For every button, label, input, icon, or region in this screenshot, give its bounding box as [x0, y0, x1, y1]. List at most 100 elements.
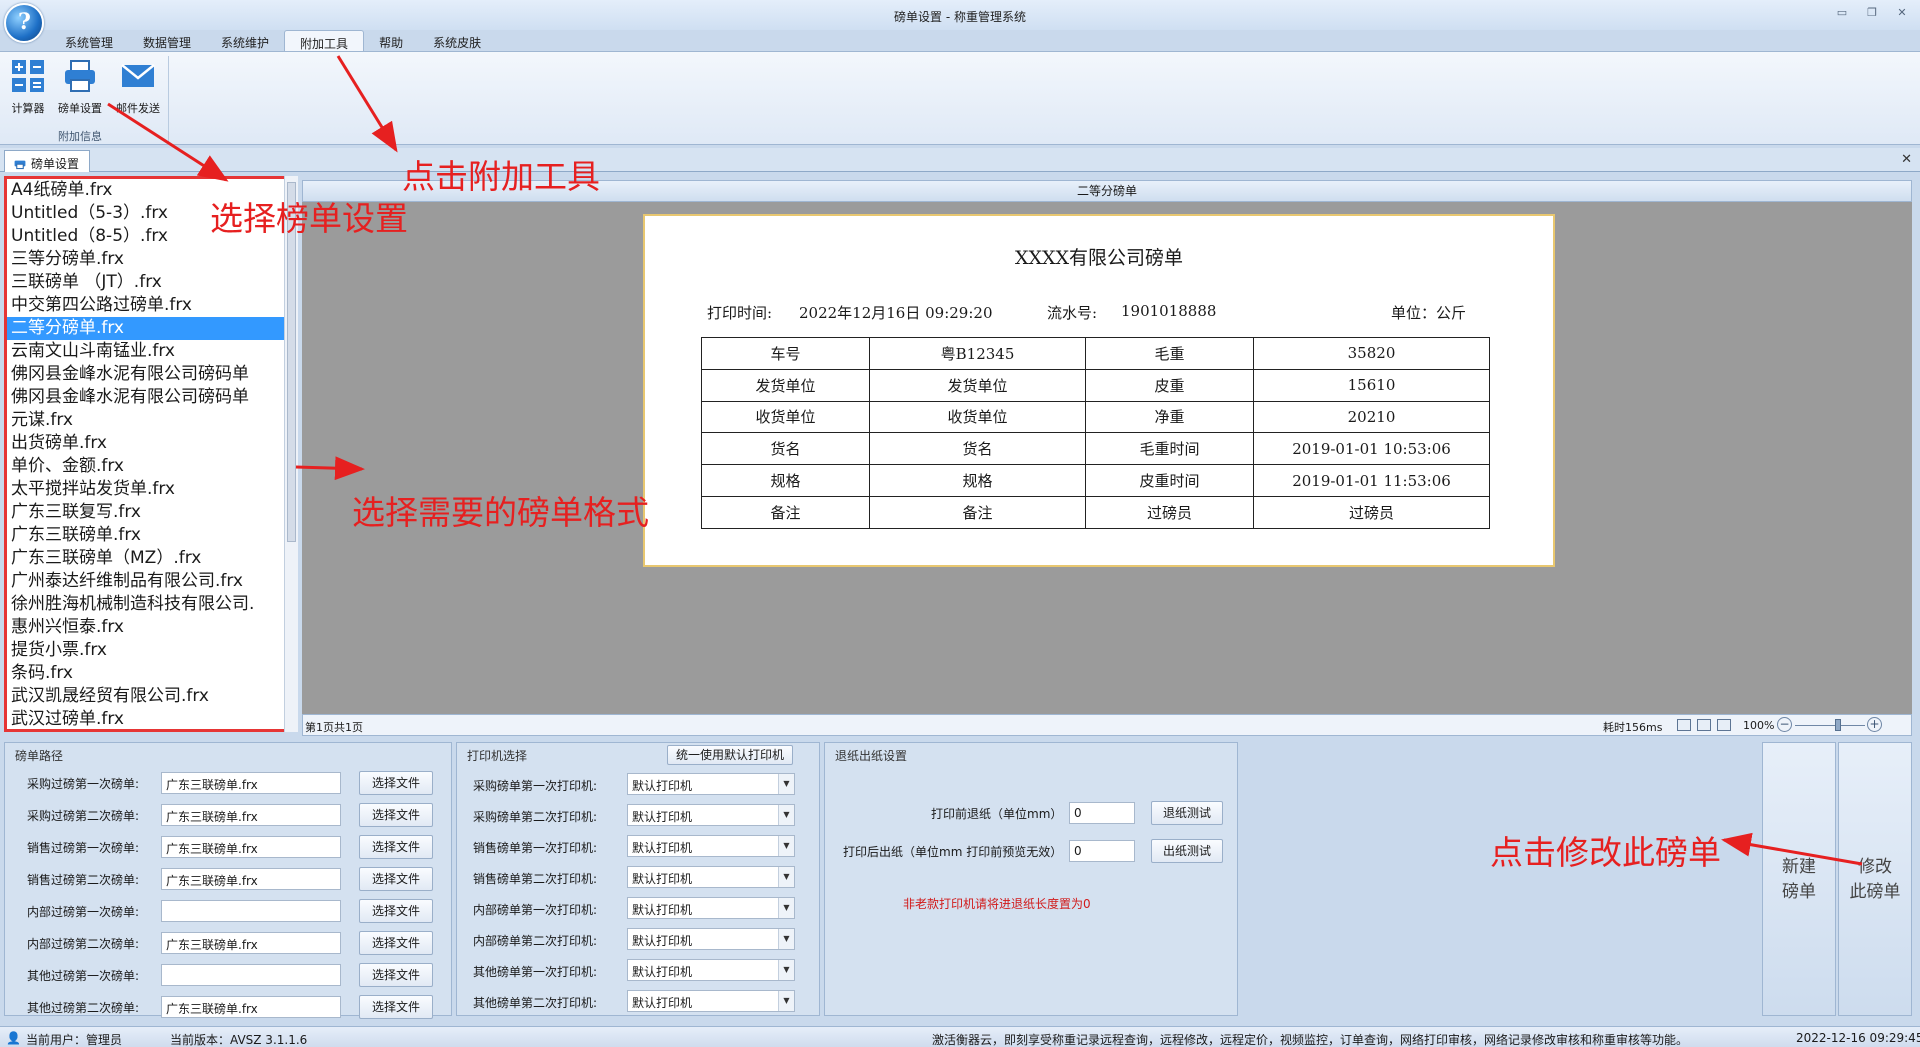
- choose-file-button[interactable]: 选择文件: [359, 931, 433, 955]
- list-item[interactable]: 云南文山斗南锰业.frx: [7, 340, 284, 363]
- list-item[interactable]: 三联磅单 （JT）.frx: [7, 271, 284, 294]
- chevron-down-icon[interactable]: ▼: [778, 991, 794, 1011]
- annotation-choose-format: 选择需要的磅单格式: [352, 493, 649, 532]
- report-setting-button[interactable]: 磅单设置: [52, 58, 108, 116]
- printer-select[interactable]: 默认打印机 ▼: [627, 990, 795, 1012]
- table-cell: 净重: [1085, 400, 1254, 434]
- printer-label: 销售磅单第一次打印机:: [473, 841, 598, 855]
- printer-select[interactable]: 默认打印机 ▼: [627, 897, 795, 919]
- two-page-icon[interactable]: [1697, 719, 1711, 731]
- edit-report-label-2: 此磅单: [1849, 882, 1901, 902]
- multi-page-icon[interactable]: [1717, 719, 1731, 731]
- user-icon: 👤: [6, 1031, 21, 1045]
- table-cell: 粤B12345: [869, 337, 1086, 370]
- choose-file-button[interactable]: 选择文件: [359, 771, 433, 795]
- annotation-click-tools: 点击附加工具: [402, 157, 600, 196]
- path-input[interactable]: 广东三联磅单.frx: [161, 836, 341, 858]
- list-item[interactable]: 广东三联磅单.frx: [7, 524, 284, 547]
- list-item[interactable]: 佛冈县金峰水泥有限公司磅码单: [7, 363, 284, 386]
- edit-report-button[interactable]: 修改 此磅单: [1838, 742, 1912, 1016]
- tab-system-manage[interactable]: 系统管理: [50, 30, 128, 52]
- tab-extra-tools[interactable]: 附加工具: [284, 30, 365, 52]
- path-input[interactable]: [161, 900, 341, 922]
- use-default-printer-button[interactable]: 统一使用默认打印机: [667, 745, 793, 765]
- zoom-out-icon[interactable]: −: [1777, 717, 1792, 732]
- choose-file-button[interactable]: 选择文件: [359, 899, 433, 923]
- choose-file-button[interactable]: 选择文件: [359, 835, 433, 859]
- chevron-down-icon[interactable]: ▼: [778, 898, 794, 918]
- mail-icon: [121, 64, 155, 87]
- tab-system-maintain[interactable]: 系统维护: [206, 30, 284, 52]
- chevron-down-icon[interactable]: ▼: [778, 836, 794, 856]
- retreat-test-button[interactable]: 退纸测试: [1151, 801, 1223, 825]
- list-item[interactable]: 徐州胜海机械制造科技有限公司.: [7, 593, 284, 616]
- printer-label: 销售磅单第二次打印机:: [473, 872, 598, 886]
- zoom-in-icon[interactable]: +: [1867, 717, 1882, 732]
- feed-test-button[interactable]: 出纸测试: [1151, 839, 1223, 863]
- feed-input[interactable]: 0: [1069, 840, 1135, 862]
- chevron-down-icon[interactable]: ▼: [778, 867, 794, 887]
- list-item[interactable]: 中交第四公路过磅单.frx: [7, 294, 284, 317]
- list-scrollbar[interactable]: [284, 176, 298, 732]
- path-input[interactable]: 广东三联磅单.frx: [161, 996, 341, 1018]
- doc-tab-report-setting[interactable]: 磅单设置: [4, 150, 91, 172]
- list-item[interactable]: 太平搅拌站发货单.frx: [7, 478, 284, 501]
- list-item[interactable]: 条码.frx: [7, 662, 284, 685]
- choose-file-button[interactable]: 选择文件: [359, 963, 433, 987]
- printer-select[interactable]: 默认打印机 ▼: [627, 804, 795, 826]
- printer-select[interactable]: 默认打印机 ▼: [627, 866, 795, 888]
- table-cell: 皮重: [1085, 368, 1254, 402]
- mail-send-button[interactable]: 邮件发送: [110, 58, 166, 116]
- calculator-button[interactable]: 计算器: [0, 58, 56, 116]
- list-item[interactable]: 广东三联磅单（MZ）.frx: [7, 547, 284, 570]
- zoom-slider-track[interactable]: [1795, 725, 1865, 726]
- calculator-icon: [12, 60, 44, 92]
- path-input[interactable]: [161, 964, 341, 986]
- new-report-button[interactable]: 新建 磅单: [1762, 742, 1836, 1016]
- close-icon[interactable]: ✕: [1901, 152, 1912, 167]
- path-label: 其他过磅第二次磅单:: [27, 1001, 140, 1015]
- chevron-down-icon[interactable]: ▼: [778, 929, 794, 949]
- app-logo[interactable]: ?: [4, 3, 44, 43]
- report-list[interactable]: A4纸磅单.frx Untitled（5-3）.frx Untitled（8-5）.…: [4, 176, 287, 732]
- path-input[interactable]: 广东三联磅单.frx: [161, 932, 341, 954]
- printer-select[interactable]: 默认打印机 ▼: [627, 959, 795, 981]
- choose-file-button[interactable]: 选择文件: [359, 995, 433, 1019]
- list-item[interactable]: 武汉过磅单.frx: [7, 708, 284, 729]
- list-item[interactable]: 单价、金额.frx: [7, 455, 284, 478]
- list-item[interactable]: 出货磅单.frx: [7, 432, 284, 455]
- printer-select[interactable]: 默认打印机 ▼: [627, 835, 795, 857]
- choose-file-button[interactable]: 选择文件: [359, 803, 433, 827]
- path-label: 采购过磅第一次磅单:: [27, 777, 140, 791]
- chevron-down-icon[interactable]: ▼: [778, 774, 794, 794]
- document-tab-strip: 磅单设置 ✕: [0, 148, 1920, 172]
- printer-select[interactable]: 默认打印机 ▼: [627, 773, 795, 795]
- list-item[interactable]: 元谋.frx: [7, 409, 284, 432]
- retreat-input[interactable]: 0: [1069, 802, 1135, 824]
- path-input[interactable]: 广东三联磅单.frx: [161, 772, 341, 794]
- list-item[interactable]: 广东三联复写.frx: [7, 501, 284, 524]
- chevron-down-icon[interactable]: ▼: [778, 960, 794, 980]
- tab-system-skin[interactable]: 系统皮肤: [418, 30, 496, 52]
- chevron-down-icon[interactable]: ▼: [778, 805, 794, 825]
- list-item[interactable]: 惠州兴恒泰.frx: [7, 616, 284, 639]
- list-item[interactable]: 二等分磅单.frx: [7, 317, 284, 340]
- ticket-paper: XXXX有限公司磅单 打印时间: 2022年12月16日 09:29:20 流水…: [643, 214, 1555, 567]
- printer-select[interactable]: 默认打印机 ▼: [627, 928, 795, 950]
- path-input[interactable]: 广东三联磅单.frx: [161, 804, 341, 826]
- single-page-icon[interactable]: [1677, 719, 1691, 731]
- close-icon[interactable]: ✕: [1894, 6, 1910, 20]
- path-input[interactable]: 广东三联磅单.frx: [161, 868, 341, 890]
- list-item[interactable]: 提货小票.frx: [7, 639, 284, 662]
- restore-icon[interactable]: ❐: [1864, 6, 1880, 20]
- minimize-icon[interactable]: ▭: [1834, 6, 1850, 20]
- choose-file-button[interactable]: 选择文件: [359, 867, 433, 891]
- list-item[interactable]: 广州泰达纤维制品有限公司.frx: [7, 570, 284, 593]
- list-item[interactable]: 三等分磅单.frx: [7, 248, 284, 271]
- zoom-slider-thumb[interactable]: [1835, 719, 1841, 731]
- list-item[interactable]: 佛冈县金峰水泥有限公司磅码单: [7, 386, 284, 409]
- list-item[interactable]: 武汉凯晟经贸有限公司.frx: [7, 685, 284, 708]
- report-preview: XXXX有限公司磅单 打印时间: 2022年12月16日 09:29:20 流水…: [302, 202, 1912, 714]
- tab-help[interactable]: 帮助: [364, 30, 418, 52]
- tab-data-manage[interactable]: 数据管理: [128, 30, 206, 52]
